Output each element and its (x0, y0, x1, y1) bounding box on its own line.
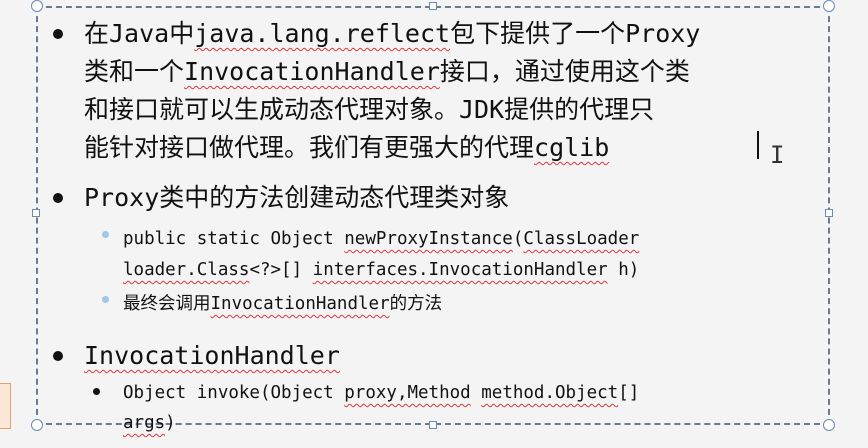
text-caret (757, 131, 759, 159)
sub-bullet-dot (102, 231, 109, 238)
slide-content: 在Java中java.lang.reflect包下提供了一个Proxy 类和一个… (0, 0, 868, 448)
paragraph-line-2[interactable]: 类和一个InvocationHandler接口，通过使用这个类 (84, 55, 690, 89)
line4-text-b: cglib (534, 133, 610, 162)
sub2-text-c: 的方法 (389, 294, 443, 314)
sub3a-text-e: [] (618, 383, 640, 403)
line2-text-c: 接口，通过使用这个类 (439, 57, 690, 86)
sub-bullet-dot (93, 388, 100, 395)
paragraph-line-4[interactable]: 能针对接口做代理。我们有更强大的代理cglib (84, 131, 609, 165)
sub-item-3-line-1[interactable]: Object invoke(Object proxy,Method method… (123, 381, 639, 405)
bullet-dot (53, 351, 63, 361)
sub1a-text-b: newProxyInstance (344, 229, 513, 249)
sub1b-text-d: h) (607, 260, 640, 280)
bullet-dot (53, 29, 63, 39)
sub-item-1-line-1[interactable]: public static Object newProxyInstance(Cl… (123, 227, 639, 251)
sub3a-text-b: proxy,Method (344, 383, 471, 403)
line6-text-a: InvocationHandler (84, 341, 340, 370)
sub-bullet-dot (102, 296, 109, 303)
line1-text-a: 在Java中 (84, 19, 195, 48)
sub1a-text-d: ClassLoader (523, 229, 640, 249)
paragraph-line-3[interactable]: 和接口就可以生成动态代理对象。JDK提供的代理只 (84, 93, 654, 127)
ibeam-cursor-icon: I (770, 141, 785, 169)
sub1a-text-c: ( (512, 229, 524, 249)
line1-text-c: 包下提供了一个Proxy (450, 19, 701, 48)
sub1a-text-a: public static Object (123, 229, 345, 249)
line1-text-b: java.lang.reflect (194, 19, 451, 48)
sub3b-text-a: args (123, 413, 166, 433)
sub3a-text-d: method.Object (481, 383, 619, 403)
paragraph-line-6[interactable]: InvocationHandler (84, 339, 340, 373)
line3-text-a: 和接口就可以生成动态代理对象。JDK提供的代理只 (84, 95, 655, 124)
paragraph-line-5[interactable]: Proxy类中的方法创建动态代理类对象 (84, 181, 509, 215)
sub1b-text-c: interfaces.InvocationHandler (312, 260, 608, 280)
line2-text-b: InvocationHandler (184, 57, 440, 86)
sub3b-text-b: ) (165, 413, 176, 433)
sub-item-1-line-2[interactable]: loader.Class<?>[] interfaces.InvocationH… (123, 258, 639, 282)
sub3a-text-c (471, 383, 482, 403)
sub2-text-b: InvocationHandler (210, 294, 390, 314)
sub1b-text-a: loader.Class (123, 260, 250, 280)
sub-item-3-line-2[interactable]: args) (123, 411, 176, 435)
line4-text-a: 能针对接口做代理。我们有更强大的代理 (84, 133, 535, 162)
sub1b-text-b: <?>[] (249, 260, 313, 280)
line2-text-a: 类和一个 (84, 57, 185, 86)
sub3a-text-a: Object invoke(Object (123, 383, 345, 403)
line5-text-a: Proxy类中的方法创建动态代理类对象 (84, 183, 510, 212)
sub2-text-a: 最终会调用 (123, 294, 211, 314)
paragraph-line-1[interactable]: 在Java中java.lang.reflect包下提供了一个Proxy (84, 17, 700, 51)
sub-item-2[interactable]: 最终会调用InvocationHandler的方法 (123, 292, 442, 316)
bullet-dot (53, 193, 63, 203)
